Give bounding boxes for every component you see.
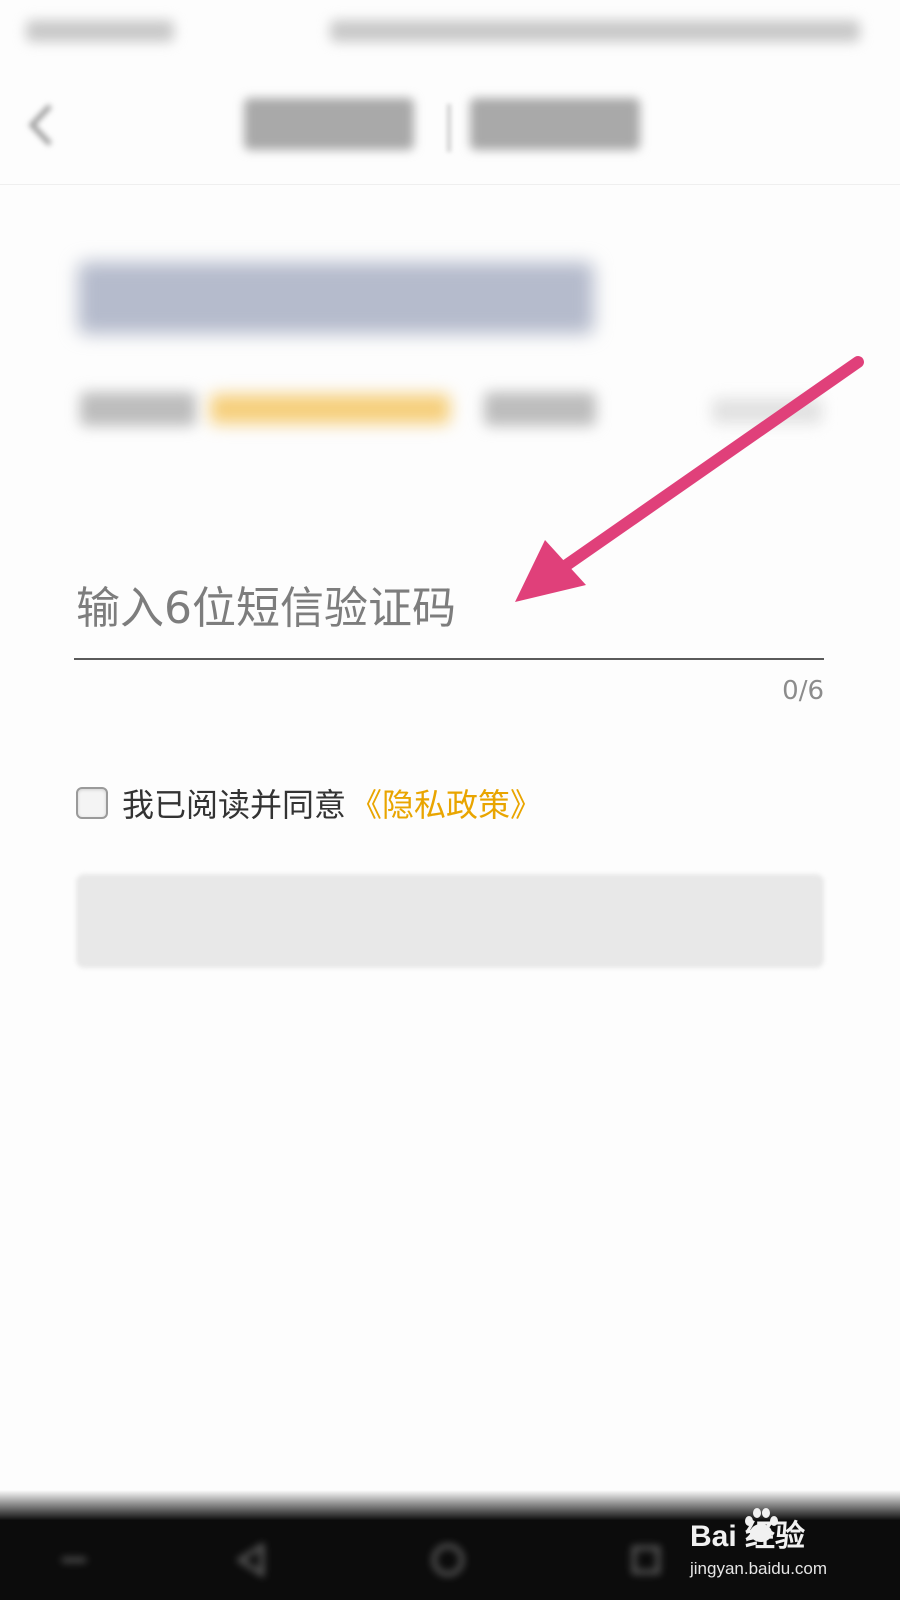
agreement-row: 我已阅读并同意 《隐私政策》 — [76, 778, 542, 828]
header-title-right — [470, 98, 640, 150]
baidu-jingyan-watermark: Bai 经验 jingyan.baidu.com — [690, 1505, 890, 1595]
watermark-url: jingyan.baidu.com — [690, 1559, 828, 1578]
page-title-redacted — [78, 262, 594, 334]
watermark-logo-text: Bai 经验 — [690, 1520, 806, 1553]
screen: 0/6 我已阅读并同意 《隐私政策》 — [0, 0, 900, 1600]
status-carrier — [26, 20, 174, 42]
header-divider — [447, 104, 451, 152]
nav-menu-icon[interactable] — [54, 1540, 94, 1580]
header-title-left — [244, 98, 414, 150]
header — [0, 64, 900, 185]
status-icons — [330, 20, 860, 42]
resend-timer-redacted — [712, 398, 822, 424]
sms-code-input[interactable] — [74, 570, 824, 660]
subtitle-redacted — [80, 392, 196, 426]
next-button-label-redacted — [412, 904, 450, 939]
phone-number-redacted — [210, 394, 450, 424]
back-icon[interactable] — [22, 100, 62, 150]
agreement-label: 我已阅读并同意 — [122, 786, 347, 824]
nav-home-icon[interactable] — [428, 1540, 468, 1580]
agreement-checkbox[interactable] — [76, 787, 108, 819]
nav-recents-icon[interactable] — [626, 1540, 666, 1580]
subtitle-redacted-2 — [484, 392, 596, 426]
privacy-policy-link[interactable]: 《隐私政策》 — [350, 780, 542, 826]
code-length-counter: 0/6 — [782, 676, 824, 706]
nav-back-icon[interactable] — [232, 1540, 272, 1580]
status-bar — [0, 0, 900, 64]
